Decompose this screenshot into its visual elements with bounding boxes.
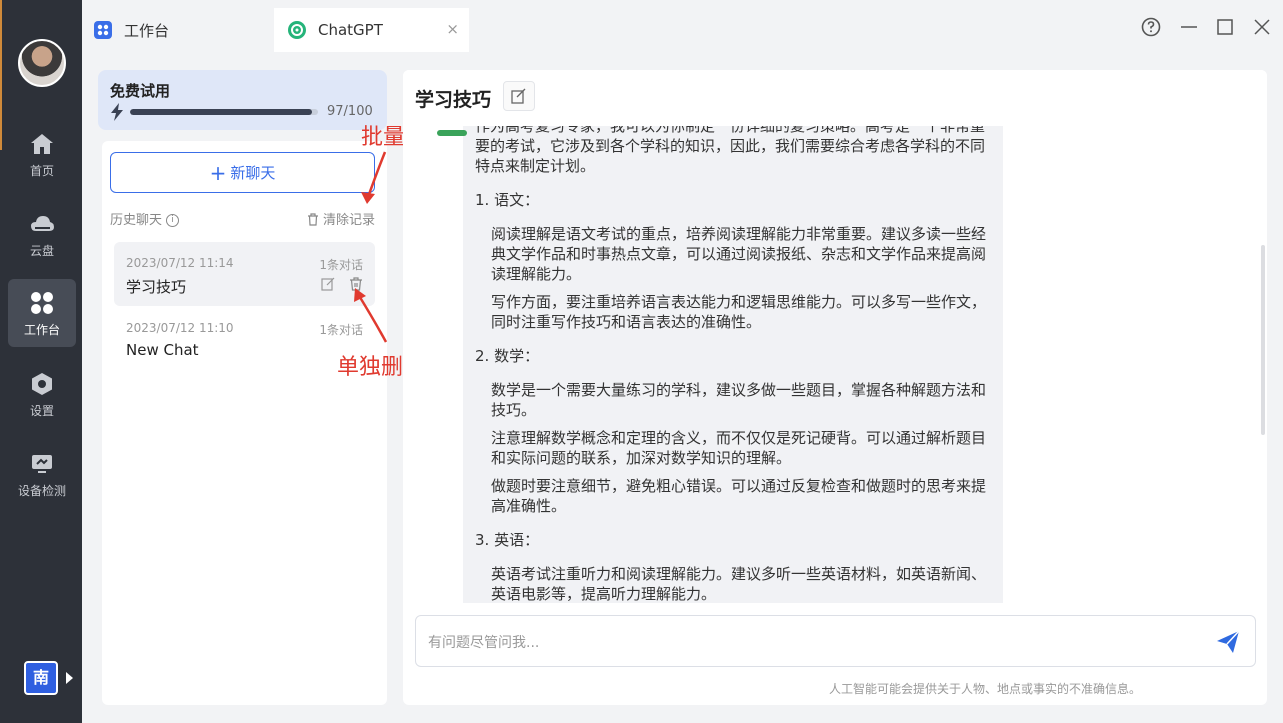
history-label: 历史聊天 (110, 213, 163, 228)
chat-count: 1条对话 (319, 258, 363, 272)
nav-item-workbench[interactable]: 工作台 (8, 279, 76, 347)
clear-history-label: 清除记录 (322, 213, 375, 228)
chat-header: 学习技巧 (403, 70, 1267, 126)
info-icon[interactable]: i (166, 214, 180, 227)
close-window-icon[interactable] (1251, 16, 1273, 38)
disclaimer-text: 人工智能可能会提供关于人物、地点或事实的不准确信息。 (828, 682, 1141, 696)
lightning-icon (111, 103, 123, 121)
tab-chatgpt[interactable]: ChatGPT × (274, 8, 469, 52)
section-point: 英语考试注重听力和阅读理解能力。建议多听一些英语材料，如英语新闻、英语电影等，提… (491, 565, 987, 603)
ai-message-bubble: 作为高考复习专家，我可以为你制定一份详细的复习策略。高考是一个非常重要的考试，它… (463, 110, 1003, 603)
chat-list-item[interactable]: 2023/07/12 11:14 1条对话 学习技巧 (114, 242, 375, 306)
annotation-arrow-icon (361, 151, 387, 204)
app-grid-icon (94, 21, 112, 39)
new-chat-label: 新聊天 (230, 164, 276, 182)
section-point: 数学是一个需要大量练习的学科，建议多做一些题目，掌握各种解题方法和技巧。 (491, 381, 987, 419)
top-bar: 工作台 ChatGPT × (82, 0, 1283, 60)
chat-title: 学习技巧 (126, 278, 187, 296)
nav-edge-accent (0, 0, 2, 150)
trial-progress-fill (130, 109, 313, 115)
edit-icon[interactable] (321, 277, 335, 291)
section-point: 阅读理解是语文考试的重点，培养阅读理解能力非常重要。建议多读一些经典文学作品和时… (491, 225, 987, 283)
trial-progress-bar (130, 109, 318, 115)
tab-close-icon[interactable]: × (446, 20, 459, 38)
chatgpt-icon (288, 21, 306, 39)
monitor-icon (32, 455, 52, 473)
chat-list-item[interactable]: 2023/07/12 11:10 1条对话 New Chat (114, 307, 375, 371)
section-point: 注意理解数学概念和定理的含义，而不仅仅是死记硬背。可以通过解析题目和实际问题的联… (491, 429, 987, 467)
left-nav: 首页 云盘 工作台 设置 设备检测 南 (0, 0, 82, 723)
maximize-icon[interactable] (1214, 16, 1236, 38)
send-icon[interactable] (1215, 629, 1241, 655)
trial-count: 97/100 (327, 104, 373, 119)
input-placeholder: 有问题尽管问我... (428, 635, 540, 651)
help-icon[interactable] (1140, 16, 1162, 38)
new-chat-button[interactable]: + 新聊天 (110, 152, 375, 193)
minimize-icon[interactable] (1178, 16, 1200, 38)
section-point: 做题时要注意细节，避免粗心错误。可以通过反复检查和做题时的思考来提高准确性。 (491, 477, 987, 515)
annotation-arrow-icon (354, 288, 388, 343)
tab-workbench[interactable]: 工作台 (94, 8, 274, 52)
nav-label-cloud: 云盘 (29, 244, 54, 258)
chat-main-panel: 作为高考复习专家，我可以为你制定一份详细的复习策略。高考是一个非常重要的考试，它… (403, 70, 1267, 705)
trash-icon (307, 213, 318, 226)
nav-item-device-check[interactable]: 设备检测 (8, 440, 76, 508)
tab-label: 工作台 (124, 21, 170, 40)
hexagon-icon (32, 373, 52, 395)
clear-history-button[interactable]: 清除记录 (307, 209, 375, 228)
nav-item-home[interactable]: 首页 (8, 120, 76, 188)
chat-list-panel: + 新聊天 历史聊天 i 清除记录 2023/07/12 11:14 1条对话 学… (102, 141, 387, 705)
section-heading: 3. 英语： (475, 531, 540, 549)
free-trial-card: 免费试用 97/100 (98, 70, 387, 130)
home-icon (31, 134, 53, 154)
cloud-icon (31, 216, 54, 231)
edit-title-button[interactable] (503, 81, 535, 111)
chat-date: 2023/07/12 11:10 (126, 321, 234, 335)
nav-label-home: 首页 (29, 164, 54, 178)
tab-label: ChatGPT (318, 21, 383, 39)
nav-item-cloud[interactable]: 云盘 (8, 200, 76, 268)
language-button[interactable]: 南 (24, 661, 58, 695)
chat-title-heading: 学习技巧 (415, 89, 492, 111)
history-header: 历史聊天 i (110, 209, 180, 228)
nav-item-settings[interactable]: 设置 (8, 360, 76, 428)
grid-icon (31, 292, 53, 314)
section-point: 写作方面，要注重培养语言表达能力和逻辑思维能力。可以多写一些作文，同时注重写作技… (491, 293, 987, 331)
trial-title: 免费试用 (110, 82, 171, 100)
expand-arrow-icon[interactable] (66, 672, 73, 684)
nav-label-settings: 设置 (29, 404, 54, 418)
plus-icon: + (209, 160, 227, 185)
scrollbar[interactable] (1261, 245, 1265, 435)
edit-icon (511, 88, 526, 104)
chat-title: New Chat (126, 341, 199, 359)
nav-label-workbench: 工作台 (23, 323, 60, 337)
section-heading: 1. 语文： (475, 191, 540, 209)
section-heading: 2. 数学： (475, 347, 540, 365)
avatar[interactable] (18, 39, 66, 87)
message-input[interactable]: 有问题尽管问我... (415, 615, 1256, 667)
chat-date: 2023/07/12 11:14 (126, 256, 234, 270)
nav-label-device-check: 设备检测 (17, 484, 66, 498)
ai-avatar (437, 130, 467, 136)
